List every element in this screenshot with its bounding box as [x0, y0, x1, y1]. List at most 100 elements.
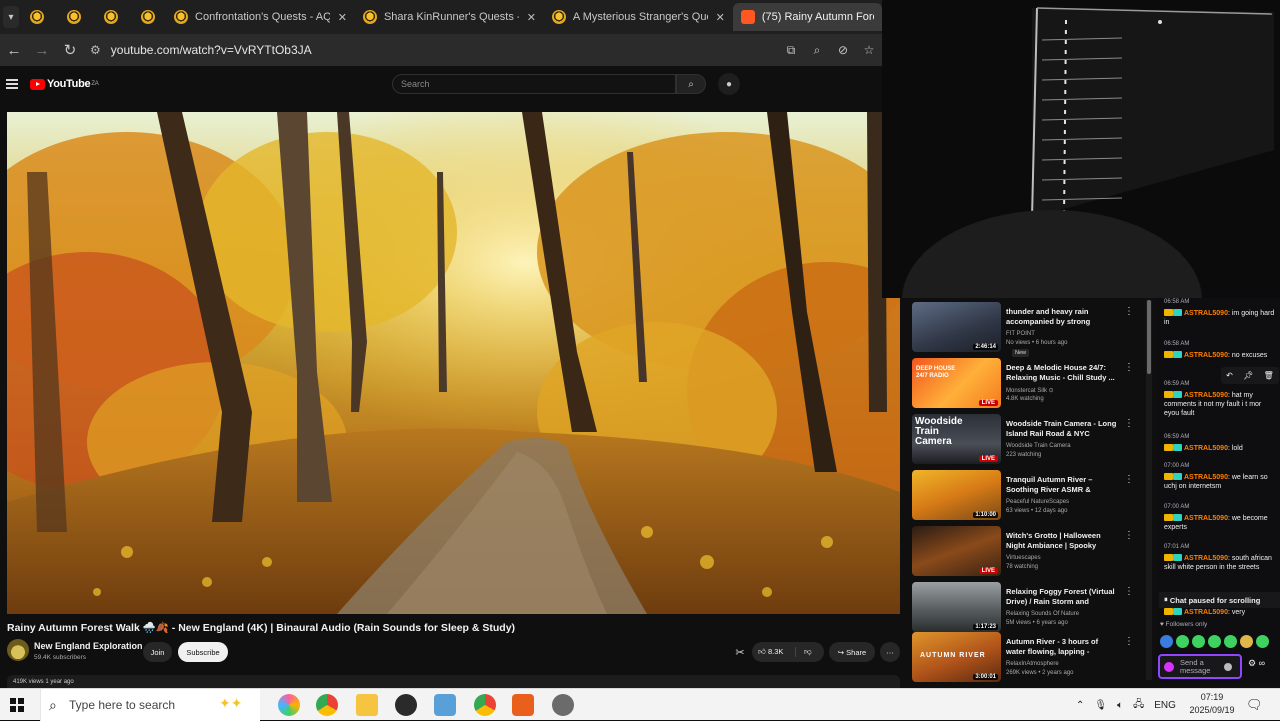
emote-icon[interactable]: [1240, 635, 1253, 648]
bits-icon[interactable]: [1164, 662, 1174, 672]
join-button[interactable]: Join: [143, 642, 172, 662]
taskbar-clock[interactable]: 07:19 2025/09/19: [1186, 691, 1238, 717]
browser-tab-confrontation[interactable]: Confrontation's Quests - AQW ✕: [166, 3, 355, 31]
video-thumbnail[interactable]: AUTUMN RIVER 3:00:01: [912, 632, 1001, 682]
recommendation-channel[interactable]: Virtuescapes: [1006, 555, 1041, 561]
install-app-icon[interactable]: ⧉: [778, 38, 804, 62]
recommendation-item[interactable]: 2:46:14 thunder and heavy rain accompani…: [912, 302, 1152, 357]
kebab-menu-icon[interactable]: ⋮: [1124, 306, 1134, 317]
emote-icon[interactable]: [1256, 635, 1269, 648]
recommendation-title[interactable]: Tranquil Autumn River – Soothing River A…: [1006, 475, 1118, 495]
more-actions-icon[interactable]: ⋯: [880, 642, 900, 662]
channel-name[interactable]: New England Exploration: [34, 641, 143, 651]
browser-tab-active-youtube[interactable]: (75) Rainy Autumn Forest W: [732, 3, 882, 31]
forward-arrow-icon[interactable]: →: [28, 36, 56, 64]
recommendation-item[interactable]: AUTUMN RIVER 3:00:01 Autumn River - 3 ho…: [912, 632, 1152, 684]
recommendation-item[interactable]: Woodside Train Camera LIVE Woodside Trai…: [912, 414, 1152, 466]
chrome-app-icon[interactable]: [316, 694, 338, 716]
kebab-menu-icon[interactable]: ⋮: [1124, 474, 1134, 485]
kebab-menu-icon[interactable]: ⋮: [1124, 530, 1134, 541]
channel-avatar[interactable]: [7, 639, 29, 661]
browser-tab-2[interactable]: [56, 3, 93, 31]
dislike-button[interactable]: 👎︎: [796, 647, 812, 657]
reload-icon[interactable]: ↻: [56, 36, 84, 64]
browser-tab-shara[interactable]: Shara KinRunner's Quests - AQ ✕: [355, 3, 544, 31]
chat-settings-icon[interactable]: ⚙ ∞: [1248, 658, 1265, 669]
browser-tab-mysterious-stranger[interactable]: A Mysterious Stranger's Quests ✕: [544, 3, 733, 31]
emote-icon[interactable]: [1208, 635, 1221, 648]
recommendations-scrollbar[interactable]: [1146, 300, 1152, 680]
kebab-menu-icon[interactable]: ⋮: [1124, 636, 1134, 647]
site-settings-icon[interactable]: ⚙: [90, 43, 101, 57]
chat-username[interactable]: ASTRAL5090: [1184, 352, 1228, 359]
recommendation-title[interactable]: Woodside Train Camera - Long Island Rail…: [1006, 419, 1118, 439]
video-thumbnail[interactable]: 2:46:14: [912, 302, 1001, 352]
chat-message-input[interactable]: Send a message: [1158, 654, 1242, 679]
steam-app-icon[interactable]: [395, 694, 417, 716]
kebab-menu-icon[interactable]: ⋮: [1124, 418, 1134, 429]
chat-username[interactable]: ASTRAL5090: [1184, 310, 1228, 317]
recommendation-item[interactable]: LIVE Witch's Grotto | Halloween Night Am…: [912, 526, 1152, 578]
browser-tab-3[interactable]: [92, 3, 129, 31]
pin-icon[interactable]: 📌︎: [1243, 371, 1253, 380]
chat-username[interactable]: ASTRAL5090: [1184, 555, 1228, 562]
recommendation-channel[interactable]: Peaceful NatureScapes: [1006, 499, 1069, 505]
video-thumbnail[interactable]: LIVE: [912, 526, 1001, 576]
emote-icon[interactable]: [1192, 635, 1205, 648]
recommendation-channel[interactable]: Monstercat Silk ⊙: [1006, 387, 1054, 394]
recommendation-title[interactable]: Relaxing Foggy Forest (Virtual Drive) / …: [1006, 587, 1118, 607]
emote-icon[interactable]: [1176, 635, 1189, 648]
recommendation-item[interactable]: 1:10:00 Tranquil Autumn River – Soothing…: [912, 470, 1152, 522]
scrollbar-thumb[interactable]: [1147, 300, 1151, 374]
address-bar[interactable]: ⚙ youtube.com/watch?v=VvRYTtOb3JA: [84, 38, 778, 62]
video-thumbnail[interactable]: 1:17:23: [912, 582, 1001, 632]
notifications-icon[interactable]: 🗨︎: [1246, 697, 1263, 713]
recommendation-channel[interactable]: Woodside Train Camera: [1006, 443, 1071, 449]
like-button[interactable]: 👍︎ 8.3K: [752, 647, 796, 657]
eye-slash-icon[interactable]: ⊘: [830, 38, 856, 62]
share-button[interactable]: ↪ Share: [829, 642, 875, 662]
tab-close-icon[interactable]: ✕: [338, 11, 347, 24]
recommendation-channel[interactable]: Relaxing Sounds Of Nature: [1006, 611, 1079, 617]
volume-icon[interactable]: 🔈︎: [1117, 700, 1123, 711]
tab-close-icon[interactable]: ✕: [527, 11, 536, 24]
chevron-up-icon[interactable]: ⌃: [1076, 700, 1084, 711]
emote-icon[interactable]: [1224, 635, 1237, 648]
reply-icon[interactable]: ↶: [1226, 371, 1233, 380]
recommendation-title[interactable]: Deep & Melodic House 24/7: Relaxing Musi…: [1006, 363, 1118, 383]
recommendation-title[interactable]: Autumn River - 3 hours of water flowing,…: [1006, 637, 1118, 657]
recommendation-item[interactable]: 1:17:23 Relaxing Foggy Forest (Virtual D…: [912, 582, 1152, 634]
chat-username[interactable]: ASTRAL5090: [1184, 445, 1228, 452]
zoom-icon[interactable]: ⌕: [804, 38, 830, 62]
microphone-icon[interactable]: 🎙︎: [1094, 700, 1107, 711]
delete-icon[interactable]: 🗑︎: [1264, 371, 1274, 380]
recommendation-title[interactable]: thunder and heavy rain accompanied by st…: [1006, 307, 1118, 327]
language-indicator[interactable]: ENG: [1154, 700, 1176, 711]
browser-tab-1[interactable]: [19, 3, 56, 31]
video-player[interactable]: [7, 112, 900, 614]
file-explorer-icon[interactable]: [356, 694, 378, 716]
game-app-icon[interactable]: [552, 694, 574, 716]
windows-start-icon[interactable]: [10, 698, 24, 712]
chat-username[interactable]: ASTRAL5090: [1184, 392, 1228, 399]
video-thumbnail[interactable]: DEEP HOUSE 24/7 RADIO LIVE: [912, 358, 1001, 408]
bookmark-star-icon[interactable]: ☆: [856, 38, 882, 62]
taskbar-search-input[interactable]: ⌕ Type here to search ✦✦: [40, 689, 260, 721]
youtube-logo[interactable]: YouTube ZA: [30, 78, 99, 90]
browser-tab-4[interactable]: [129, 3, 166, 31]
obs-app-icon[interactable]: [512, 694, 534, 716]
tab-close-icon[interactable]: ✕: [716, 11, 725, 24]
copilot-app-icon[interactable]: [278, 694, 300, 716]
kebab-menu-icon[interactable]: ⋮: [1124, 586, 1134, 597]
chat-username[interactable]: ASTRAL5090: [1184, 474, 1228, 481]
chrome-profile-app-icon[interactable]: [474, 694, 496, 716]
description-strip[interactable]: 419K views 1 year ago: [7, 675, 900, 689]
recommendation-channel[interactable]: RelaxInAtmosphere: [1006, 661, 1059, 667]
video-thumbnail[interactable]: Woodside Train Camera LIVE: [912, 414, 1001, 464]
chat-paused-banner[interactable]: ⏸ Chat paused for scrolling: [1159, 592, 1280, 608]
kebab-menu-icon[interactable]: ⋮: [1124, 362, 1134, 373]
youtube-search-input[interactable]: Search: [392, 74, 676, 94]
hamburger-menu-icon[interactable]: [6, 79, 18, 89]
tab-search-chevron-icon[interactable]: ▾: [3, 6, 19, 28]
network-icon[interactable]: 🖧: [1133, 697, 1144, 714]
